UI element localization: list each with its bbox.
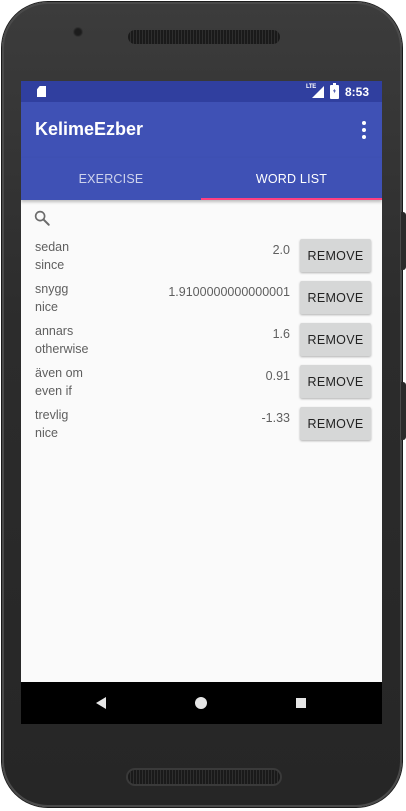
app-title: KelimeEzber bbox=[35, 119, 144, 139]
translation-text: nice bbox=[35, 426, 58, 440]
home-icon[interactable] bbox=[195, 697, 207, 709]
tab-word-list[interactable]: WORD LIST bbox=[201, 158, 382, 200]
remove-button[interactable]: REMOVE bbox=[300, 407, 371, 440]
status-bar: LTE 8:53 bbox=[21, 81, 382, 102]
bottom-speaker bbox=[128, 770, 280, 784]
word-score: 1.6 bbox=[272, 327, 290, 341]
tab-bar: EXERCISE WORD LIST bbox=[21, 158, 382, 200]
word-row: snygg nice 1.9100000000000001 REMOVE bbox=[21, 281, 382, 323]
navigation-bar bbox=[21, 682, 382, 724]
word-score: -1.33 bbox=[261, 411, 291, 425]
word-row: sedan since 2.0 REMOVE bbox=[21, 239, 382, 281]
more-vert-icon[interactable] bbox=[356, 119, 372, 141]
word-score: 0.91 bbox=[265, 369, 290, 383]
remove-button[interactable]: REMOVE bbox=[300, 281, 371, 314]
word-text: trevlig bbox=[35, 408, 69, 422]
phone-frame: LTE 8:53 KelimeEzber EXERCISE WORD LIST … bbox=[2, 2, 406, 807]
translation-text: since bbox=[35, 258, 65, 272]
status-indicators: LTE 8:53 bbox=[306, 81, 369, 102]
word-row: även om even if 0.91 REMOVE bbox=[21, 365, 382, 407]
tab-exercise[interactable]: EXERCISE bbox=[21, 158, 201, 200]
power-button bbox=[401, 382, 406, 440]
top-speaker bbox=[128, 30, 280, 44]
word-score: 2.0 bbox=[272, 243, 290, 257]
word-row: trevlig nice -1.33 REMOVE bbox=[21, 407, 382, 449]
volume-button bbox=[401, 212, 406, 270]
recents-icon[interactable] bbox=[296, 698, 306, 708]
word-score: 1.9100000000000001 bbox=[168, 285, 290, 299]
signal-icon: LTE bbox=[306, 84, 324, 98]
translation-text: nice bbox=[35, 300, 58, 314]
remove-button[interactable]: REMOVE bbox=[300, 239, 371, 272]
word-row: annars otherwise 1.6 REMOVE bbox=[21, 323, 382, 365]
search-icon[interactable] bbox=[33, 209, 51, 227]
word-text: även om bbox=[35, 366, 83, 380]
sd-card-icon bbox=[37, 86, 46, 97]
translation-text: even if bbox=[35, 384, 72, 398]
back-icon[interactable] bbox=[96, 697, 106, 709]
remove-button[interactable]: REMOVE bbox=[300, 323, 371, 356]
device-screen: LTE 8:53 KelimeEzber EXERCISE WORD LIST … bbox=[21, 81, 382, 724]
word-text: snygg bbox=[35, 282, 69, 296]
front-camera bbox=[73, 27, 83, 37]
tab-indicator bbox=[201, 198, 382, 200]
word-text: sedan bbox=[35, 240, 70, 254]
app-bar: KelimeEzber bbox=[21, 102, 382, 158]
status-time: 8:53 bbox=[344, 84, 369, 99]
remove-button[interactable]: REMOVE bbox=[300, 365, 371, 398]
battery-charging-icon bbox=[329, 82, 339, 99]
translation-text: otherwise bbox=[35, 342, 89, 356]
word-text: annars bbox=[35, 324, 74, 338]
